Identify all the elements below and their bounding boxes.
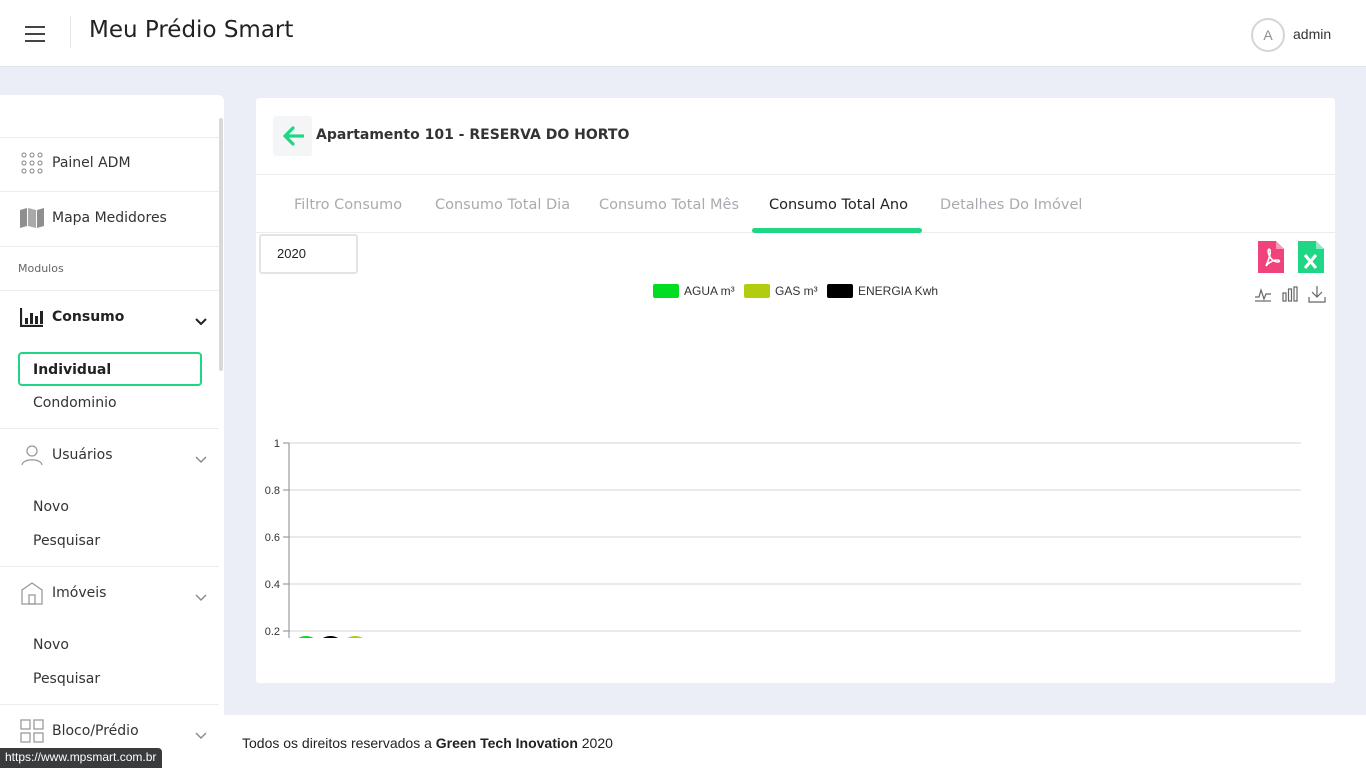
sidebar-sub-usuarios-novo[interactable]: Novo [33,499,69,515]
legend-label: GAS m³ [775,284,818,298]
footer-prefix: Todos os direitos reservados a [242,735,436,751]
user-name[interactable]: admin [1293,26,1331,42]
footer: Todos os direitos reservados a Green Tec… [224,715,1366,768]
sidebar-sub-imoveis-pesquisar[interactable]: Pesquisar [33,671,100,687]
sidebar-item-label: Bloco/Prédio [52,723,139,739]
sidebar-sub-individual[interactable]: Individual [18,352,202,386]
legend-swatch [744,284,770,298]
divider [0,566,219,567]
divider [0,137,219,138]
marker-pin [347,636,363,638]
divider [0,290,219,291]
sidebar-sub-condominio[interactable]: Condominio [33,395,117,411]
legend-swatch [653,284,679,298]
bar-chart-icon [19,305,45,329]
legend-label: AGUA m³ [684,284,735,298]
pdf-export-icon[interactable] [1258,241,1284,273]
divider [0,191,219,192]
sidebar-sub-label: Individual [33,362,112,378]
marker-pin [323,636,338,638]
active-tab-indicator [752,228,922,233]
sidebar-scrollbar[interactable] [219,118,223,371]
tab-consumo-total-ano[interactable]: Consumo Total Ano [769,197,908,213]
footer-text: Todos os direitos reservados a Green Tec… [242,735,613,751]
blocks-icon [19,719,45,743]
legend-item-energia[interactable]: ENERGIA Kwh [827,284,938,298]
card-header: Apartamento 101 - RESERVA DO HORTO [256,98,1335,175]
y-tick-label: 0.4 [265,579,280,591]
sidebar-item-label: Painel ADM [52,155,131,171]
app-title: Meu Prédio Smart [89,17,294,43]
excel-export-icon[interactable] [1298,241,1324,273]
chevron-down-icon [195,449,207,468]
user-icon [19,443,45,467]
sidebar-item-consumo[interactable]: Consumo [0,297,219,337]
y-tick-label: 0.6 [265,532,280,544]
sidebar-item-label: Imóveis [52,585,107,601]
top-bar: Meu Prédio Smart A admin [0,0,1366,67]
section-label: Modulos [18,262,64,275]
building-icon [19,581,45,605]
chevron-down-icon [195,311,207,330]
legend-label: ENERGIA Kwh [858,284,939,298]
sidebar-item-label: Usuários [52,447,113,463]
consumption-chart: 00.20.40.60.811/20202/20203/20204/20205/… [265,438,1301,638]
marker-pin [298,636,314,638]
sidebar-item-bloco-predio[interactable]: Bloco/Prédio [0,711,219,751]
tab-detalhes-do-imovel[interactable]: Detalhes Do Imóvel [940,197,1082,213]
sidebar-item-imoveis[interactable]: Imóveis [0,573,219,613]
sidebar: Painel ADM Mapa Medidores Modulos Consum… [0,95,224,768]
back-button[interactable] [273,116,312,156]
chevron-down-icon [195,587,207,606]
sidebar-item-label: Consumo [52,309,125,325]
header-divider [70,16,71,48]
y-tick-label: 0.8 [265,485,280,497]
sidebar-item-usuarios[interactable]: Usuários [0,435,219,475]
legend-item-agua[interactable]: AGUA m³ [653,284,735,298]
y-tick-label: 1 [274,438,280,450]
download-icon[interactable] [1308,285,1326,303]
tab-filtro-consumo[interactable]: Filtro Consumo [294,197,402,213]
footer-company: Green Tech Inovation [435,735,578,751]
legend-swatch [827,284,853,298]
map-icon [19,206,45,230]
dots-grid-icon [19,151,45,175]
divider [0,246,219,247]
menu-toggle-icon[interactable] [25,26,45,42]
sidebar-item-label: Mapa Medidores [52,210,167,226]
main-card: Apartamento 101 - RESERVA DO HORTO Filtr… [256,98,1335,683]
divider [0,428,219,429]
sidebar-item-painel-adm[interactable]: Painel ADM [0,143,219,183]
avatar[interactable]: A [1251,18,1285,52]
divider [0,704,219,705]
tab-bar: Filtro Consumo Consumo Total Dia Consumo… [256,176,1335,233]
y-tick-label: 0.2 [265,626,280,638]
chevron-down-icon [195,725,207,744]
status-bar-url: https://www.mpsmart.com.br [0,748,163,768]
line-chart-toggle-icon[interactable] [1254,285,1272,303]
legend-item-gas[interactable]: GAS m³ [744,284,818,298]
bar-chart-toggle-icon[interactable] [1281,285,1299,303]
sidebar-sub-imoveis-novo[interactable]: Novo [33,637,69,653]
footer-year: 2020 [577,735,613,751]
tab-consumo-total-mes[interactable]: Consumo Total Mês [599,197,739,213]
tab-consumo-total-dia[interactable]: Consumo Total Dia [435,197,570,213]
arrow-left-icon [282,126,304,146]
sidebar-sub-usuarios-pesquisar[interactable]: Pesquisar [33,533,100,549]
sidebar-item-mapa-medidores[interactable]: Mapa Medidores [0,198,219,238]
year-input[interactable]: 2020 [259,234,358,274]
page-title: Apartamento 101 - RESERVA DO HORTO [316,127,630,143]
